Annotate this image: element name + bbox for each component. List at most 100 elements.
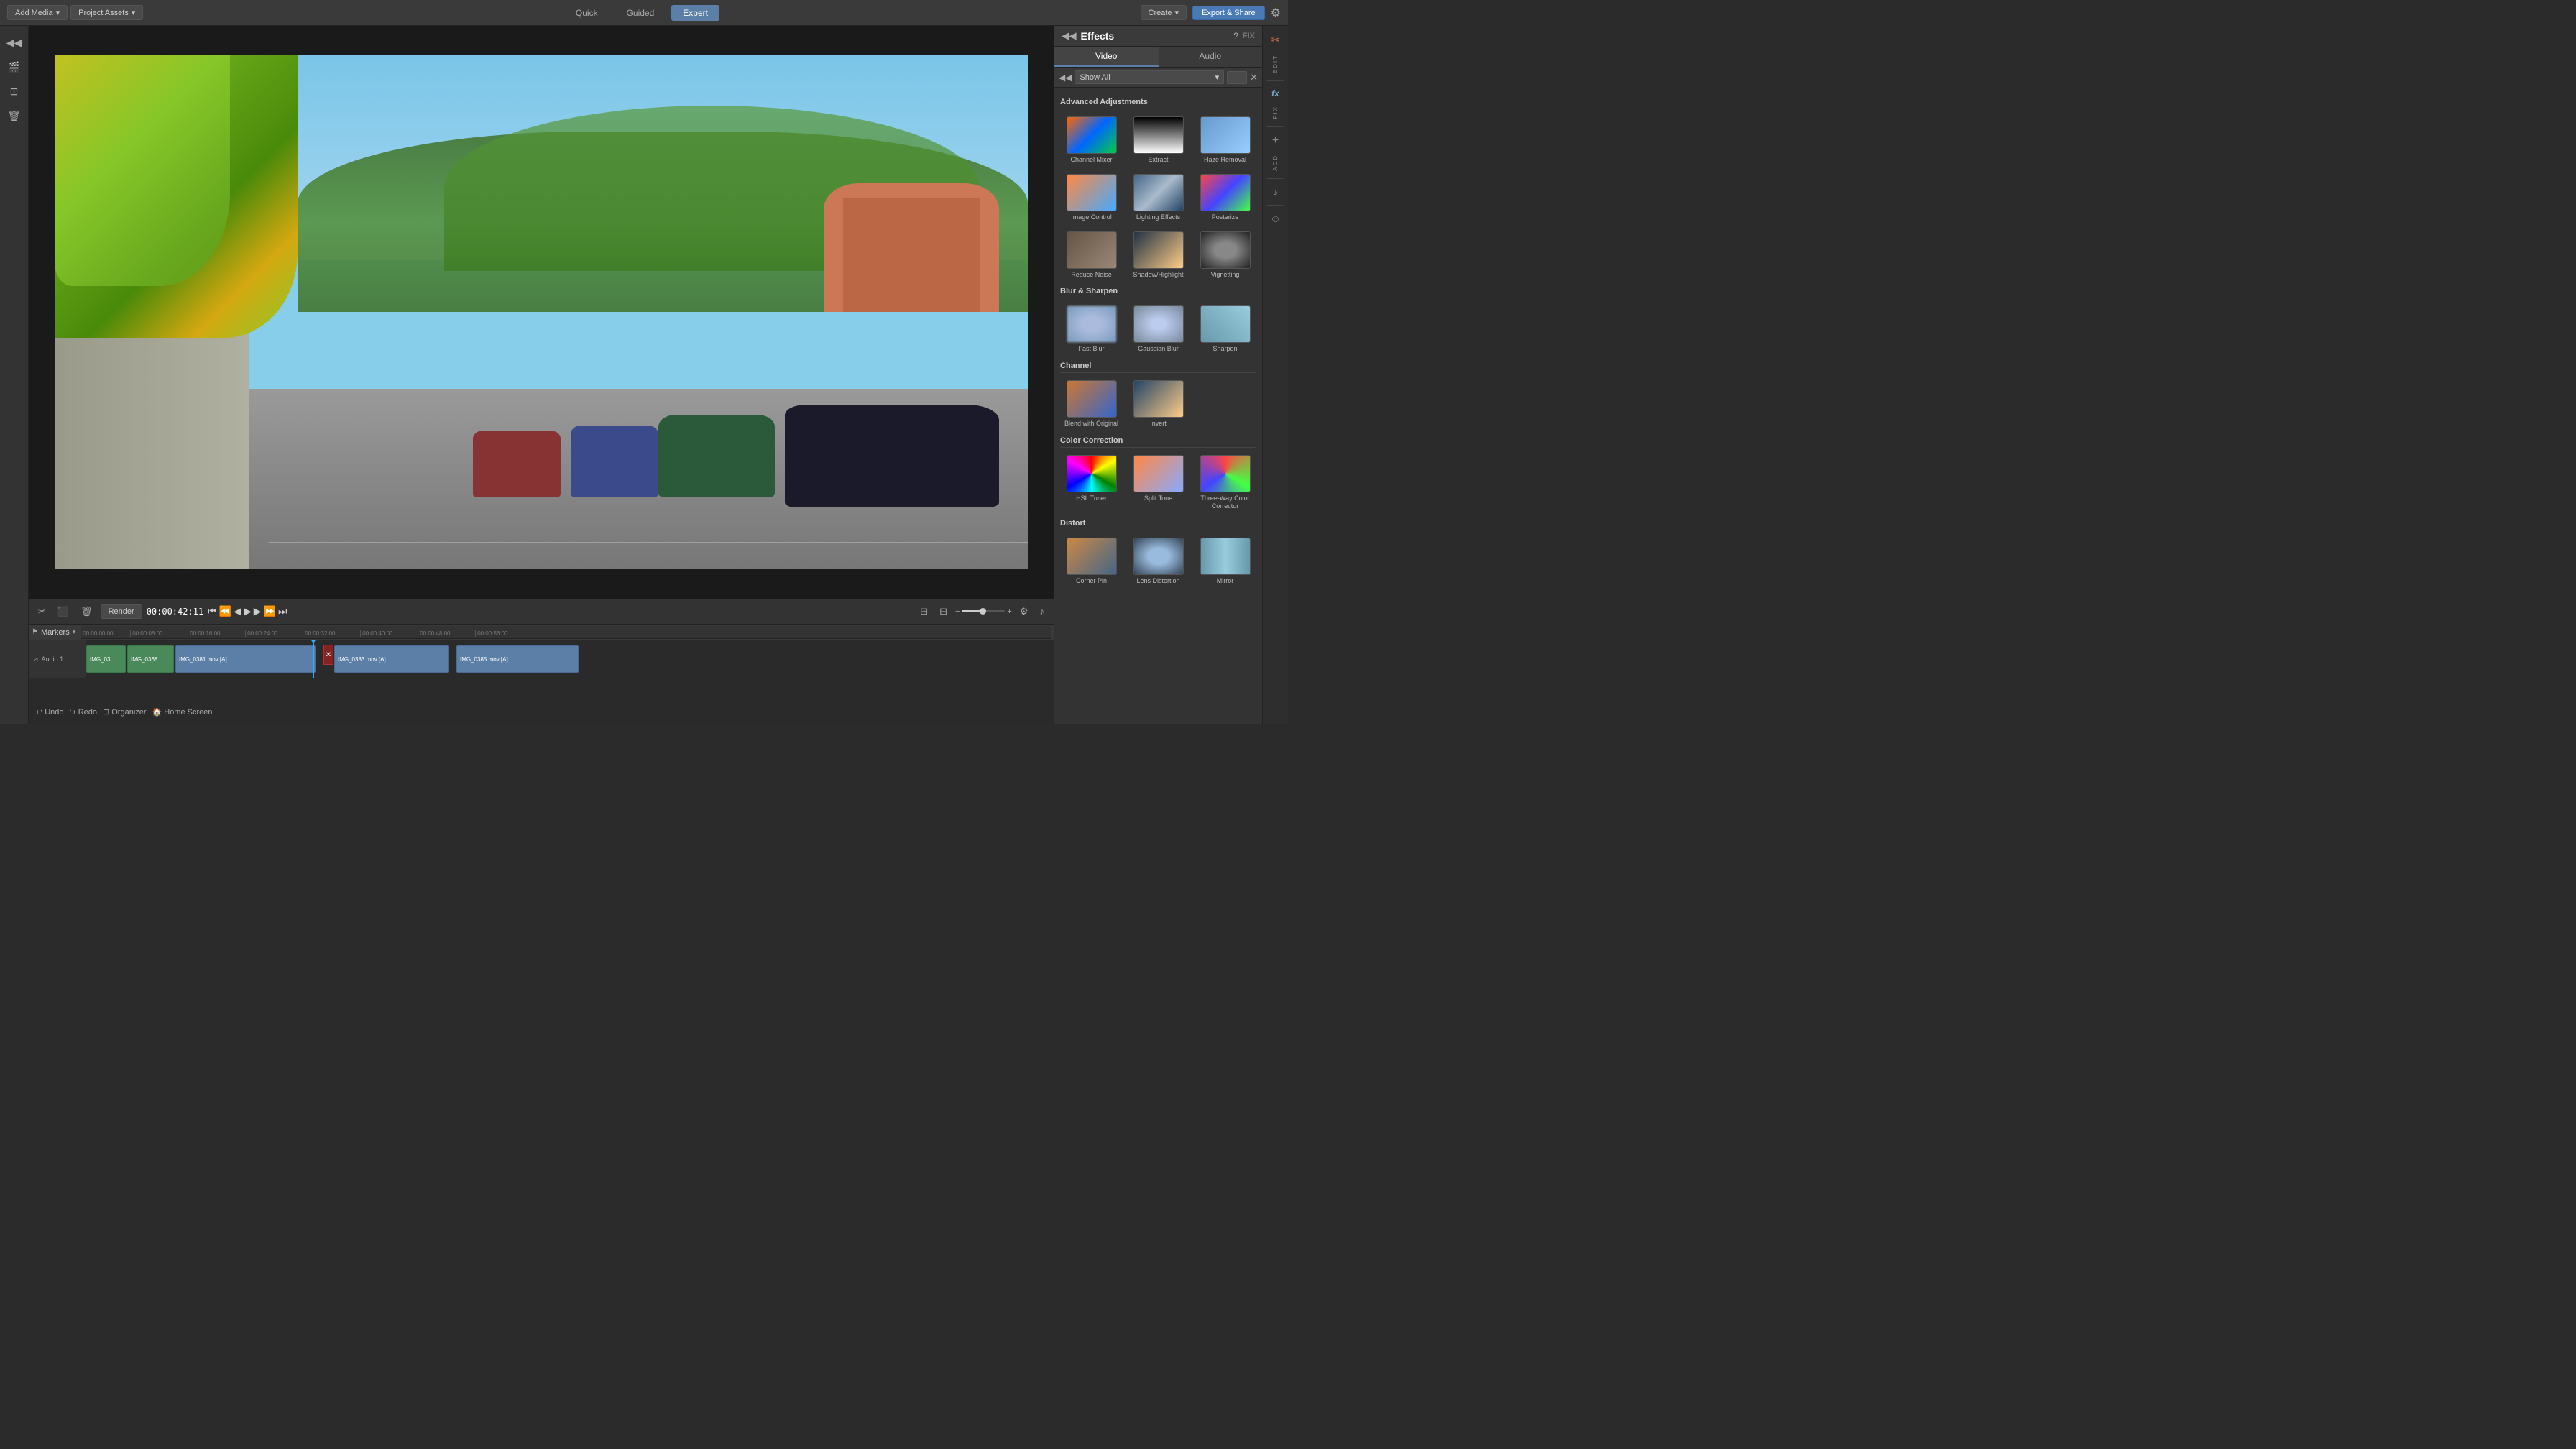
step-forward-button[interactable]: ⏩ (264, 605, 276, 617)
panel-header-icons: ? FIX (1233, 31, 1255, 41)
top-bar-right: Create ▾ Export & Share ⚙ (1141, 5, 1282, 20)
effect-corner-pin[interactable]: Corner Pin (1060, 535, 1123, 588)
ruler-tick-3: 00:00:24:00 (245, 630, 303, 637)
step-back-button[interactable]: ⏪ (219, 605, 231, 617)
dual-screen-icon[interactable]: ⊟ (936, 604, 951, 619)
zoom-out-icon[interactable]: − (955, 607, 960, 616)
effect-thumb-hsl (1067, 455, 1117, 492)
collapse-panel-icon[interactable]: ◀◀ (4, 32, 25, 53)
filmstrip-tl-icon[interactable]: ⬛ (54, 604, 73, 619)
effect-gaussian-blur[interactable]: Gaussian Blur (1127, 303, 1190, 356)
show-all-dropdown[interactable]: Show All ▾ (1075, 70, 1224, 84)
effect-hsl-tuner[interactable]: HSL Tuner (1060, 452, 1123, 513)
clip-img0383[interactable]: IMG_0383.mov [A] (334, 645, 449, 673)
effect-thumb-lens-distortion (1133, 538, 1184, 575)
effect-blend-original[interactable]: Blend with Original (1060, 377, 1123, 431)
settings-tl-icon[interactable]: ⚙ (1016, 604, 1032, 619)
effect-name-split-tone: Split Tone (1144, 494, 1172, 502)
ruler-tick-0: 00:00:00:00 (81, 630, 130, 637)
effect-fast-blur[interactable]: Fast Blur (1060, 303, 1123, 356)
add-icon[interactable]: + (1269, 132, 1282, 150)
blur-sharpen-grid: Fast Blur Gaussian Blur Sharpen (1060, 303, 1256, 356)
clip-img0381[interactable]: IMG_0381.mov [A] (175, 645, 316, 673)
play-button[interactable]: ▶ (244, 605, 252, 617)
home-screen-button[interactable]: 🏠 Home Screen (152, 707, 213, 717)
settings-button[interactable]: ⚙ (1271, 6, 1281, 20)
project-assets-button[interactable]: Project Assets ▾ (70, 5, 143, 20)
playhead[interactable] (313, 640, 314, 678)
effect-thumb-blend (1067, 380, 1117, 418)
fix-side-label: FIX (1272, 106, 1279, 119)
tab-audio[interactable]: Audio (1159, 47, 1263, 67)
clip-img03[interactable]: IMG_03 (86, 645, 126, 673)
effect-mirror[interactable]: Mirror (1194, 535, 1256, 588)
export-button[interactable]: Export & Share (1192, 6, 1265, 20)
screen-layout-icon[interactable]: ⊞ (916, 604, 932, 619)
effect-invert[interactable]: Invert (1127, 377, 1190, 431)
effect-thumb-three-way (1200, 455, 1251, 492)
effect-name-lighting-effects: Lighting Effects (1136, 213, 1180, 221)
filter-prev-button[interactable]: ◀◀ (1059, 73, 1072, 83)
effect-thumb-reduce-noise (1067, 231, 1117, 269)
scene-container (29, 26, 1054, 598)
fx-effects-icon[interactable]: fx (1269, 86, 1282, 101)
frame-back-button[interactable]: ◀ (234, 605, 242, 617)
go-to-start-button[interactable]: ⏮ (208, 605, 217, 617)
trash-icon[interactable]: 🗑 (77, 604, 96, 619)
effect-name-posterize: Posterize (1212, 213, 1239, 221)
effect-extract[interactable]: Extract (1127, 114, 1190, 167)
tab-video[interactable]: Video (1054, 47, 1159, 67)
effect-vignetting[interactable]: Vignetting (1194, 229, 1256, 282)
organizer-icon: ⊞ (103, 707, 109, 717)
nav-expert-button[interactable]: Expert (671, 5, 719, 21)
effect-channel-mixer[interactable]: Channel Mixer (1060, 114, 1123, 167)
panel-collapse-icon[interactable]: ◀◀ (1062, 30, 1077, 42)
render-button[interactable]: Render (101, 604, 142, 619)
effect-lighting-effects[interactable]: Lighting Effects (1127, 171, 1190, 224)
zoom-in-icon[interactable]: + (1007, 607, 1011, 616)
zoom-slider[interactable] (962, 610, 1005, 612)
crop-icon[interactable]: ⊡ (4, 80, 25, 102)
frame-forward-button[interactable]: ▶ (254, 605, 262, 617)
effect-lens-distortion[interactable]: Lens Distortion (1127, 535, 1190, 588)
effect-name-corner-pin: Corner Pin (1076, 577, 1107, 585)
effect-thumb-posterize (1200, 174, 1251, 211)
effect-name-image-control: Image Control (1071, 213, 1112, 221)
clip-img0385[interactable]: IMG_0385.mov [A] (456, 645, 579, 673)
effects-help-button[interactable]: ? (1233, 31, 1238, 41)
effect-split-tone[interactable]: Split Tone (1127, 452, 1190, 513)
smart-trim-icon[interactable]: ✂ (34, 604, 50, 619)
filmstrip-icon[interactable]: 🎬 (4, 56, 25, 78)
effect-three-way[interactable]: Three-Way Color Corrector (1194, 452, 1256, 513)
nav-guided-button[interactable]: Guided (615, 5, 666, 21)
effect-name-haze-removal: Haze Removal (1204, 156, 1246, 164)
music-icon[interactable]: ♪ (1270, 183, 1281, 201)
delete-icon[interactable]: 🗑 (4, 105, 25, 126)
effect-reduce-noise[interactable]: Reduce Noise (1060, 229, 1123, 282)
playback-controls: ⏮ ⏪ ◀ ▶ ▶ ⏩ ⏭ (208, 605, 287, 617)
nav-quick-button[interactable]: Quick (564, 5, 610, 21)
effect-sharpen[interactable]: Sharpen (1194, 303, 1256, 356)
effect-posterize[interactable]: Posterize (1194, 171, 1256, 224)
audio-icon[interactable]: ♪ (1036, 604, 1049, 618)
effect-thumb-gaussian-blur (1133, 305, 1184, 343)
effect-image-control[interactable]: Image Control (1060, 171, 1123, 224)
emoji-icon[interactable]: ☺ (1267, 210, 1283, 227)
create-button[interactable]: Create ▾ (1141, 5, 1187, 20)
effect-shadow-highlight[interactable]: Shadow/Highlight (1127, 229, 1190, 282)
redo-button[interactable]: ↪ Redo (70, 707, 98, 717)
effect-haze-removal[interactable]: Haze Removal (1194, 114, 1256, 167)
clip-img0368[interactable]: IMG_0368 (127, 645, 174, 673)
timeline-controls: ✂ ⬛ 🗑 Render 00:00:42:11 ⏮ ⏪ ◀ ▶ ▶ ⏩ ⏭ ⊞… (29, 599, 1054, 625)
add-media-button[interactable]: Add Media ▾ (7, 5, 68, 20)
scissors-icon[interactable]: ✂ (1268, 30, 1283, 50)
separator-4 (1267, 205, 1284, 206)
undo-icon: ↩ (36, 707, 42, 717)
timecode-display: 00:00:42:11 (147, 607, 203, 617)
filter-close-button[interactable]: ✕ (1250, 72, 1258, 83)
effects-search-input[interactable] (1227, 71, 1247, 84)
undo-button[interactable]: ↩ Undo (36, 707, 64, 717)
bottom-bar: ↩ Undo ↪ Redo ⊞ Organizer 🏠 Home Screen (29, 699, 1054, 724)
go-to-end-button[interactable]: ⏭ (278, 605, 288, 617)
organizer-button[interactable]: ⊞ Organizer (103, 707, 147, 717)
